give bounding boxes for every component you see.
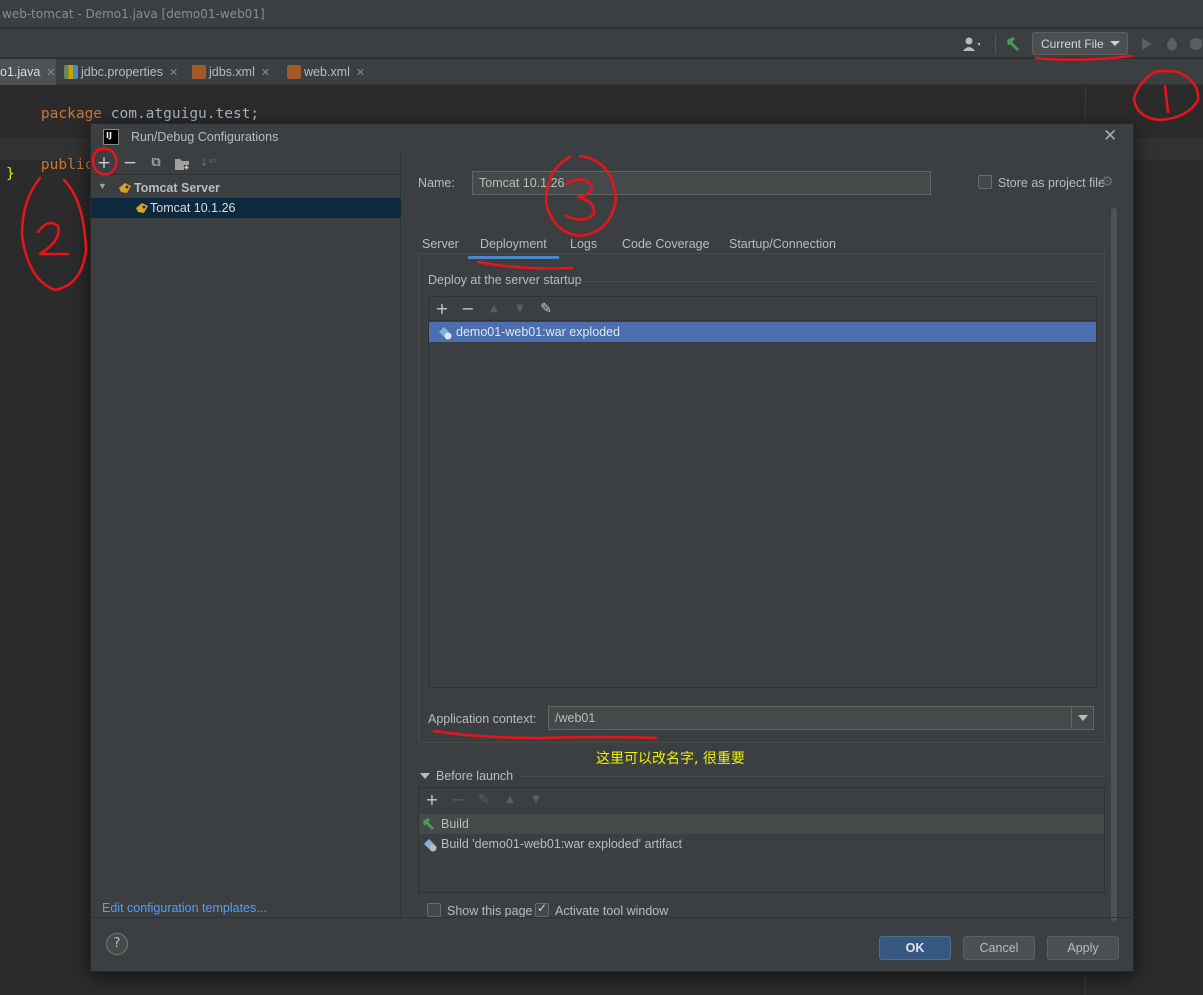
run-config-select[interactable]: Current File <box>1032 32 1128 55</box>
artifact-icon <box>439 327 452 340</box>
add-icon[interactable]: + <box>95 153 113 173</box>
user-icon[interactable] <box>962 35 980 53</box>
new-folder-icon[interactable] <box>173 153 191 173</box>
config-tree-toolbar: + − ⧉ ↓ᵃᶻ <box>91 151 401 175</box>
build-hammer-icon <box>423 818 434 830</box>
before-launch-toggle[interactable]: Before launch <box>420 769 513 783</box>
chevron-down-icon[interactable]: ▼ <box>98 181 107 191</box>
edit-templates-link[interactable]: Edit configuration templates... <box>102 901 267 915</box>
deploy-item-label: demo01-web01:war exploded <box>456 325 620 339</box>
editor-tab-demo1[interactable]: o1.java ✕ <box>0 59 56 85</box>
remove-icon[interactable]: − <box>449 790 467 810</box>
name-label: Name: <box>418 176 455 190</box>
annotation-note: 这里可以改名字, 很重要 <box>596 751 745 767</box>
tomcat-icon <box>119 183 131 193</box>
xml-file-icon <box>192 65 206 79</box>
window-titlebar: web-tomcat - Demo1.java [demo01-web01] <box>0 0 1203 28</box>
remove-icon[interactable]: − <box>459 299 477 319</box>
editor-tab-label: web.xml <box>304 65 350 79</box>
edit-pencil-icon[interactable]: ✎ <box>537 299 555 319</box>
code-line-4: } <box>6 166 15 182</box>
close-icon[interactable]: ✕ <box>261 66 270 79</box>
apply-button[interactable]: Apply <box>1047 936 1119 960</box>
editor-tab-label: o1.java <box>0 65 41 79</box>
app-context-value: /web01 <box>555 711 596 725</box>
help-button[interactable]: ? <box>106 933 128 955</box>
config-tree-pane: + − ⧉ ↓ᵃᶻ ▼ Tomcat Server Tomcat 10.1.26… <box>91 151 401 917</box>
dialog-footer: ? OK Cancel Apply <box>91 917 1135 973</box>
editor-tab-jdbs-xml[interactable]: jdbs.xml ✕ <box>192 59 282 85</box>
close-icon[interactable]: ✕ <box>356 66 365 79</box>
activate-tool-window-checkbox[interactable] <box>535 901 549 917</box>
before-launch-item-label: Build 'demo01-web01:war exploded' artifa… <box>441 837 683 851</box>
before-launch-item[interactable]: Build 'demo01-web01:war exploded' artifa… <box>419 834 1104 854</box>
deploy-group-label: Deploy at the server startup <box>428 273 586 287</box>
add-icon[interactable]: + <box>423 790 441 810</box>
tree-item-label: Tomcat 10.1.26 <box>150 201 236 215</box>
before-launch-item-label: Build <box>441 817 469 831</box>
name-input[interactable]: Tomcat 10.1.26 <box>472 171 931 195</box>
artifact-icon <box>424 839 437 852</box>
properties-file-icon <box>64 65 78 79</box>
store-as-project-file-label: Store as project file <box>998 176 1105 190</box>
editor-tabbar: o1.java ✕ jdbc.properties ✕ jdbs.xml ✕ w… <box>0 59 1203 85</box>
app-context-select[interactable]: /web01 <box>548 706 1094 730</box>
show-this-page-label: Show this page <box>447 904 533 918</box>
editor-tab-label: jdbc.properties <box>81 65 163 79</box>
chevron-down-icon <box>420 773 430 779</box>
config-details-pane: Name: Tomcat 10.1.26 Store as project fi… <box>402 151 1135 921</box>
tree-group-tomcat-server[interactable]: ▼ Tomcat Server <box>91 178 401 198</box>
dialog-titlebar: IJ Run/Debug Configurations ✕ <box>91 124 1135 151</box>
tree-group-label: Tomcat Server <box>134 181 220 195</box>
show-this-page-checkbox[interactable] <box>427 903 441 917</box>
before-launch-item[interactable]: Build <box>419 814 1104 834</box>
tomcat-icon <box>136 203 148 213</box>
editor-tab-label: jdbs.xml <box>209 65 255 79</box>
deploy-list-toolbar: + − ▲ ▼ ✎ <box>429 297 1096 321</box>
before-launch-list: + − ✎ ▲ ▼ Build Build 'demo01-web01:war … <box>418 787 1105 893</box>
coverage-icon[interactable] <box>1187 35 1203 53</box>
sort-icon[interactable]: ↓ᵃᶻ <box>199 153 217 173</box>
run-icon[interactable] <box>1138 35 1156 53</box>
editor-tab-jdbc-properties[interactable]: jdbc.properties ✕ <box>64 59 184 85</box>
store-as-project-file-checkbox[interactable] <box>978 175 992 189</box>
chevron-down-icon[interactable] <box>1071 707 1093 729</box>
close-icon[interactable]: ✕ <box>46 66 55 79</box>
gear-icon[interactable]: ⚙ <box>1101 174 1114 190</box>
build-hammer-icon[interactable] <box>1004 35 1022 53</box>
editor-tab-web-xml[interactable]: web.xml ✕ <box>287 59 373 85</box>
run-config-label: Current File <box>1041 37 1104 51</box>
close-icon[interactable]: ✕ <box>1103 126 1117 146</box>
before-launch-toolbar: + − ✎ ▲ ▼ <box>419 788 1104 812</box>
cancel-button[interactable]: Cancel <box>963 936 1035 960</box>
move-down-icon[interactable]: ▼ <box>511 299 529 319</box>
add-icon[interactable]: + <box>433 299 451 319</box>
app-context-label: Application context: <box>428 712 537 726</box>
window-title: web-tomcat - Demo1.java [demo01-web01] <box>2 7 265 21</box>
xml-file-icon <box>287 65 301 79</box>
move-up-icon[interactable]: ▲ <box>485 299 503 319</box>
debug-icon[interactable] <box>1163 35 1181 53</box>
scrollbar[interactable] <box>1111 208 1117 921</box>
copy-icon[interactable]: ⧉ <box>147 153 165 173</box>
close-icon[interactable]: ✕ <box>169 66 178 79</box>
deploy-list: + − ▲ ▼ ✎ demo01-web01:war exploded <box>428 296 1097 688</box>
before-launch-label: Before launch <box>436 769 514 783</box>
chevron-down-icon <box>1110 41 1120 46</box>
deploy-item[interactable]: demo01-web01:war exploded <box>429 322 1096 342</box>
remove-icon[interactable]: − <box>121 153 139 173</box>
tree-item-tomcat[interactable]: Tomcat 10.1.26 <box>91 198 401 218</box>
intellij-logo-icon: IJ <box>103 129 119 145</box>
move-up-icon[interactable]: ▲ <box>501 790 519 810</box>
ok-button[interactable]: OK <box>879 936 951 960</box>
run-debug-dialog: IJ Run/Debug Configurations ✕ + − ⧉ ↓ᵃᶻ … <box>90 123 1135 973</box>
dialog-title: Run/Debug Configurations <box>131 130 279 144</box>
main-toolbar: Current File <box>0 29 1203 58</box>
move-down-icon[interactable]: ▼ <box>527 790 545 810</box>
edit-pencil-icon[interactable]: ✎ <box>475 790 493 810</box>
deploy-group: Deploy at the server startup + − ▲ ▼ ✎ d… <box>418 253 1105 743</box>
activate-tool-window-label: Activate tool window <box>555 904 669 918</box>
